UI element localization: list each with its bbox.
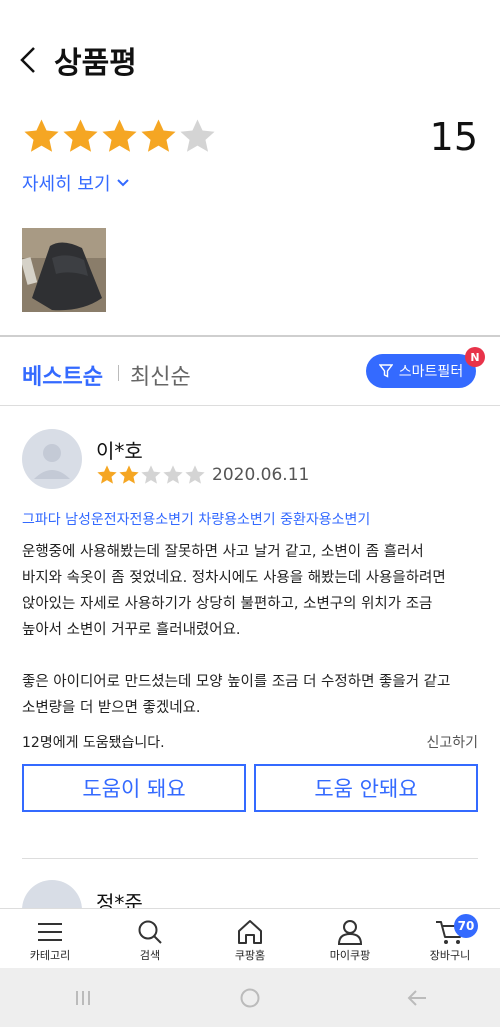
system-nav-bar — [0, 968, 500, 1027]
avatar — [22, 429, 82, 489]
header: 상품평 — [0, 0, 500, 110]
nav-label: 장바구니 — [429, 949, 471, 962]
nav-cart[interactable]: 장바구니 70 — [400, 909, 500, 968]
review-count: 15 — [429, 115, 478, 159]
star-filled-icon — [24, 118, 59, 152]
system-back-button[interactable] — [397, 983, 437, 1013]
helpful-no-button[interactable]: 도움 안돼요 — [254, 764, 478, 812]
helpful-count: 12명에게 도움됐습니다. — [22, 735, 165, 751]
review-date: 2020.06.11 — [212, 465, 310, 485]
home-icon — [238, 920, 262, 944]
filter-icon — [378, 364, 393, 378]
star-empty-icon — [185, 465, 205, 484]
review-divider — [22, 858, 478, 859]
circle-home-icon — [240, 988, 260, 1007]
helpful-yes-button[interactable]: 도움이 돼요 — [22, 764, 246, 812]
product-photo — [22, 228, 106, 312]
review-photo-thumbnail[interactable] — [22, 228, 106, 312]
nav-search[interactable]: 검색 — [100, 909, 200, 968]
product-name: 그파다 남성운전자전용소변기 차량용소변기 중환자용소변기 — [22, 512, 371, 528]
sort-separator — [118, 365, 119, 381]
nav-label: 검색 — [139, 949, 161, 962]
detail-link[interactable]: 자세히 보기 — [22, 170, 129, 196]
star-empty-icon — [141, 465, 161, 484]
star-filled-icon — [141, 118, 176, 152]
cart-count-badge: 70 — [454, 914, 478, 938]
nav-label: 카테고리 — [29, 949, 71, 962]
user-icon — [337, 920, 363, 945]
back-button[interactable] — [18, 44, 42, 76]
nav-home[interactable]: 쿠팡홈 — [200, 909, 300, 968]
home-button[interactable] — [230, 983, 270, 1013]
star-filled-icon — [102, 118, 137, 152]
report-link[interactable]: 신고하기 — [426, 732, 478, 752]
recent-apps-button[interactable] — [63, 983, 103, 1013]
sort-divider — [0, 405, 500, 406]
arrow-left-icon — [407, 989, 426, 1006]
nav-category[interactable]: 카테고리 — [0, 909, 100, 968]
search-icon — [138, 920, 162, 944]
review-rating-stars — [96, 464, 206, 486]
star-empty-icon — [180, 118, 215, 152]
smart-filter-label: 스마트필터 — [398, 364, 464, 380]
page-title: 상품평 — [54, 46, 137, 81]
star-filled-icon — [97, 465, 117, 484]
star-filled-icon — [119, 465, 139, 484]
star-empty-icon — [163, 465, 183, 484]
star-filled-icon — [63, 118, 98, 152]
review-text: 운행중에 사용해봤는데 잘못하면 사고 날거 같고, 소변이 좀 흘러서 바지와… — [22, 544, 451, 716]
reviewer-name: 이*호 — [96, 439, 143, 463]
chevron-left-icon — [20, 47, 35, 73]
average-rating-stars — [22, 115, 217, 157]
smart-filter-button[interactable]: 스마트필터 — [366, 354, 476, 388]
nav-mypage[interactable]: 마이쿠팡 — [300, 909, 400, 968]
user-icon — [34, 444, 70, 479]
sort-newest[interactable]: 최신순 — [130, 359, 191, 391]
chevron-down-icon — [116, 179, 129, 187]
new-badge: N — [465, 347, 485, 367]
nav-label: 마이쿠팡 — [329, 949, 371, 962]
nav-label: 쿠팡홈 — [234, 949, 266, 962]
detail-link-label: 자세히 보기 — [22, 174, 111, 195]
bottom-nav: 카테고리 검색 쿠팡홈 마이쿠팡 장바구니 70 — [0, 908, 500, 968]
recent-apps-icon — [76, 990, 91, 1005]
sort-bar: 베스트순 최신순 스마트필터 N — [0, 337, 500, 405]
menu-icon — [38, 923, 62, 941]
sort-best[interactable]: 베스트순 — [22, 359, 103, 391]
